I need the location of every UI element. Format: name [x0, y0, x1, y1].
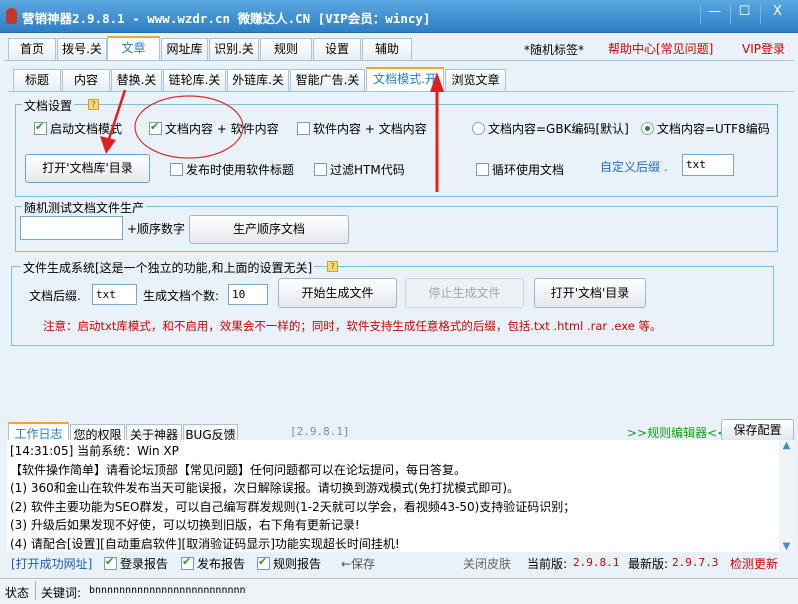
suffix-input[interactable]: txt	[92, 284, 137, 305]
minimize-button[interactable]: —	[700, 4, 728, 24]
close-skin-link[interactable]: 关闭皮肤	[463, 555, 511, 572]
rule-editor-link[interactable]: >>规则编辑器<<	[627, 424, 727, 441]
scroll-up-icon[interactable]: ▲	[779, 440, 794, 451]
latest-version: 2.9.7.3	[672, 556, 719, 569]
work-log: [14:31:05] 当前系统：Win XP 【软件操作简单】请看论坛顶部【常见…	[7, 440, 779, 552]
help-center-link[interactable]: 帮助中心[常见问题]	[608, 40, 713, 57]
keyword-value: bnnnnnnnnnnnnnnnnnnnnnnnnn	[89, 585, 246, 596]
tab-dialup[interactable]: 拨号.关	[57, 38, 107, 60]
log-line: (4) 请配合[设置][自动重启软件][取消验证码显示]功能实现超长时间挂机!	[10, 536, 400, 551]
checkbox-icon	[104, 555, 117, 570]
notice-text: 注意：启动txt库模式，和不启用，效果会不一样的；同时，软件支持生成任意格式的后…	[43, 319, 662, 333]
help-icon[interactable]: ?	[327, 261, 338, 272]
log-line: (3) 升级后如果发现不好使，可以切换到旧版，右下角有更新记录!	[10, 518, 360, 532]
tab-assist[interactable]: 辅助	[362, 38, 412, 60]
log-scrollbar[interactable]: ▲ ▼	[779, 440, 794, 552]
start-generate-button[interactable]: 开始生成文件	[278, 278, 397, 308]
arrow-line	[106, 89, 127, 143]
keyword-label: 关键词:	[41, 586, 82, 600]
rule-report-checkbox[interactable]: 规则报告	[257, 555, 321, 572]
generate-seq-docs-button[interactable]: 生产顺序文档	[189, 215, 349, 244]
tab-article[interactable]: 文章	[107, 36, 160, 60]
prefix-input[interactable]	[20, 216, 123, 240]
doc-count-input[interactable]: 10	[228, 284, 268, 305]
stop-generate-button[interactable]: 停止生成文件	[405, 278, 524, 308]
checkbox-icon	[181, 555, 194, 570]
latest-version-label: 最新版:	[628, 557, 669, 571]
divider	[35, 581, 36, 600]
doc-count-label: 生成文档个数:	[143, 289, 220, 303]
arrow-head	[430, 72, 444, 92]
current-version: 2.9.8.1	[573, 556, 620, 569]
checkbox-icon	[257, 555, 270, 570]
scroll-down-icon[interactable]: ▼	[779, 541, 794, 552]
save-reports-link[interactable]: ←保存	[341, 555, 375, 572]
publish-report-checkbox[interactable]: 发布报告	[181, 555, 245, 572]
tab-settings[interactable]: 设置	[313, 38, 361, 60]
suffix-label: 文档后缀.	[29, 289, 81, 303]
version-tag: [2.9.8.1]	[290, 425, 350, 438]
app-logo-icon	[6, 8, 17, 24]
current-version-label: 当前版:	[527, 557, 568, 571]
arrow-head	[100, 136, 116, 154]
log-line: 【软件操作简单】请看论坛顶部【常见问题】任何问题都可以在论坛提问，每日答复。	[10, 462, 467, 477]
tab-rules[interactable]: 规则	[260, 38, 312, 60]
random-test-legend: 随机测试文档文件生产	[22, 199, 147, 216]
annotation-overlay	[100, 72, 444, 192]
log-line: (1) 360和金山在软件发布当天可能误报，次日解除误报。请切换到游戏模式(免打…	[10, 481, 520, 495]
tab-recognize[interactable]: 识别.关	[209, 38, 259, 60]
tab-url-library[interactable]: 网址库	[161, 38, 208, 60]
seq-number-label: +顺序数字	[127, 222, 186, 236]
status-label: 状态	[5, 586, 30, 600]
random-tag-link[interactable]: *随机标签*	[524, 41, 584, 58]
open-doc-dir-button[interactable]: 打开'文档'目录	[534, 278, 646, 308]
close-button[interactable]: X	[760, 4, 794, 24]
window-title: 营销神器2.9.8.1 - www.wzdr.cn 微赚达人.CN [VIP会员…	[22, 11, 431, 26]
check-update-link[interactable]: 检测更新	[730, 555, 778, 572]
tab-home[interactable]: 首页	[8, 38, 56, 60]
log-line: (2) 软件主要功能为SEO群发，可以自己编写群发规则(1-2天就可以学会，看视…	[10, 499, 576, 514]
login-report-checkbox[interactable]: 登录报告	[104, 555, 168, 572]
file-gen-legend: 文件生成系统[这是一个独立的功能,和上面的设置无关]	[21, 259, 315, 276]
log-line: [14:31:05] 当前系统：Win XP	[10, 444, 179, 458]
save-config-button[interactable]: 保存配置	[721, 419, 794, 441]
open-success-urls-link[interactable]: [打开成功网址]	[11, 555, 92, 572]
highlight-ellipse	[134, 95, 244, 159]
vip-login-link[interactable]: VIP登录	[742, 40, 785, 57]
maximize-button[interactable]: ☐	[730, 4, 758, 24]
